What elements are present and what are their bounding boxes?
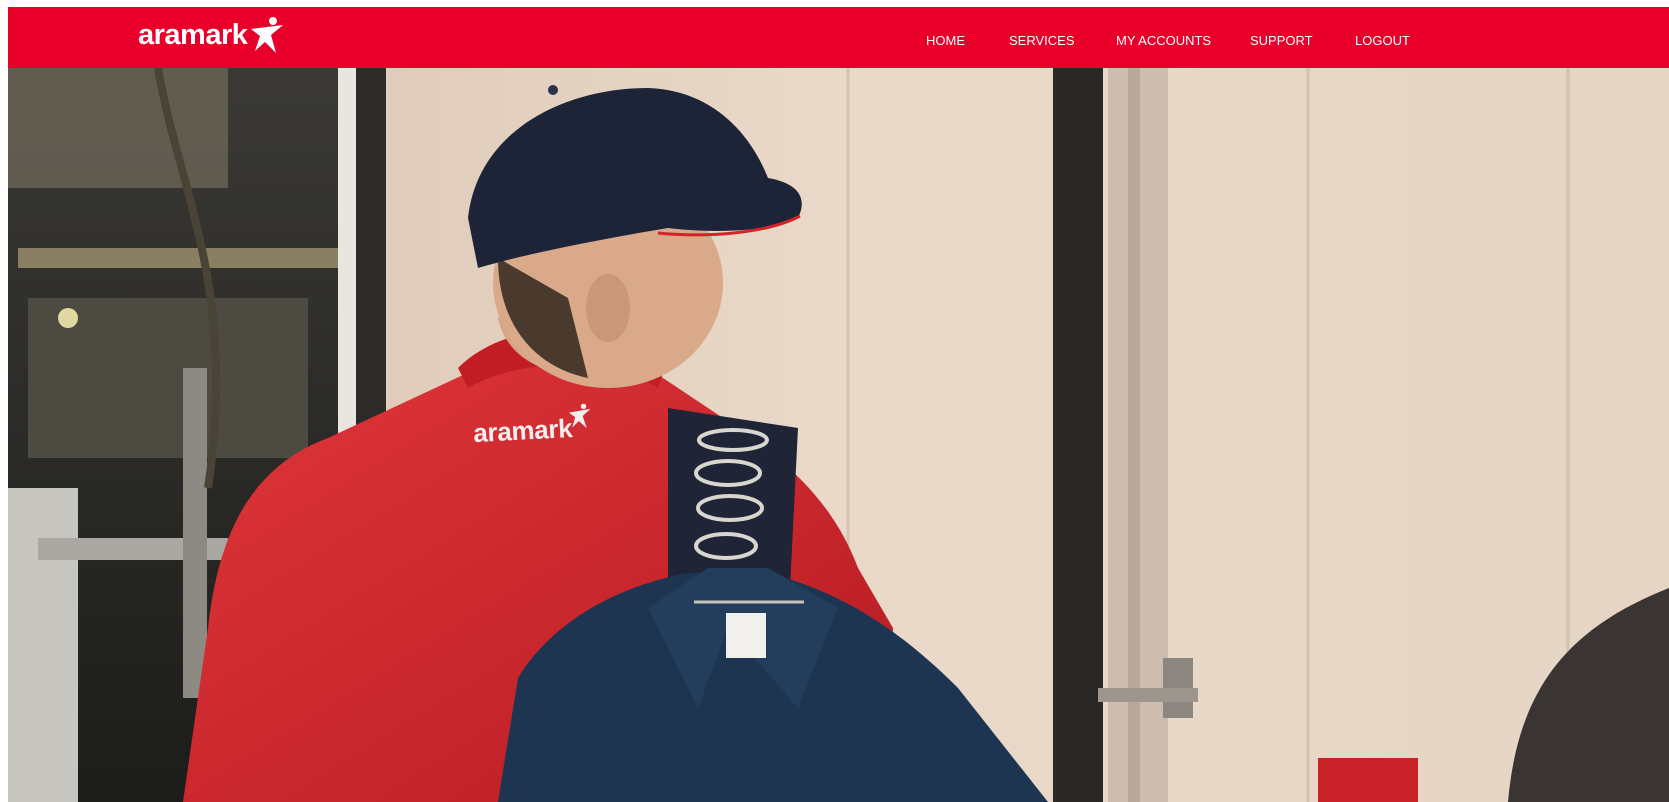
garment-tag	[726, 613, 766, 658]
top-navigation-bar: aramark HOME SERVICES MY ACCOUNTS SUPPOR…	[8, 7, 1669, 68]
nav-my-accounts-link[interactable]: MY ACCOUNTS	[1116, 33, 1211, 48]
page-frame: aramark HOME SERVICES MY ACCOUNTS SUPPOR…	[8, 7, 1669, 802]
hero-illustration	[8, 68, 1669, 802]
hero-image: aramark	[8, 68, 1669, 802]
main-nav: HOME SERVICES MY ACCOUNTS SUPPORT LOGOUT	[8, 7, 1669, 68]
nav-services-link[interactable]: SERVICES	[1009, 33, 1075, 48]
nav-support-link[interactable]: SUPPORT	[1250, 33, 1313, 48]
shirt-logo: aramark	[472, 402, 595, 449]
shirt-logo-text: aramark	[472, 412, 574, 449]
nav-home-link[interactable]: HOME	[926, 33, 965, 48]
door-frame	[1053, 68, 1103, 802]
nav-logout-link[interactable]: LOGOUT	[1355, 33, 1410, 48]
shirt-logo-star-icon	[568, 403, 591, 429]
ear	[586, 274, 630, 342]
hand-truck	[8, 488, 78, 802]
